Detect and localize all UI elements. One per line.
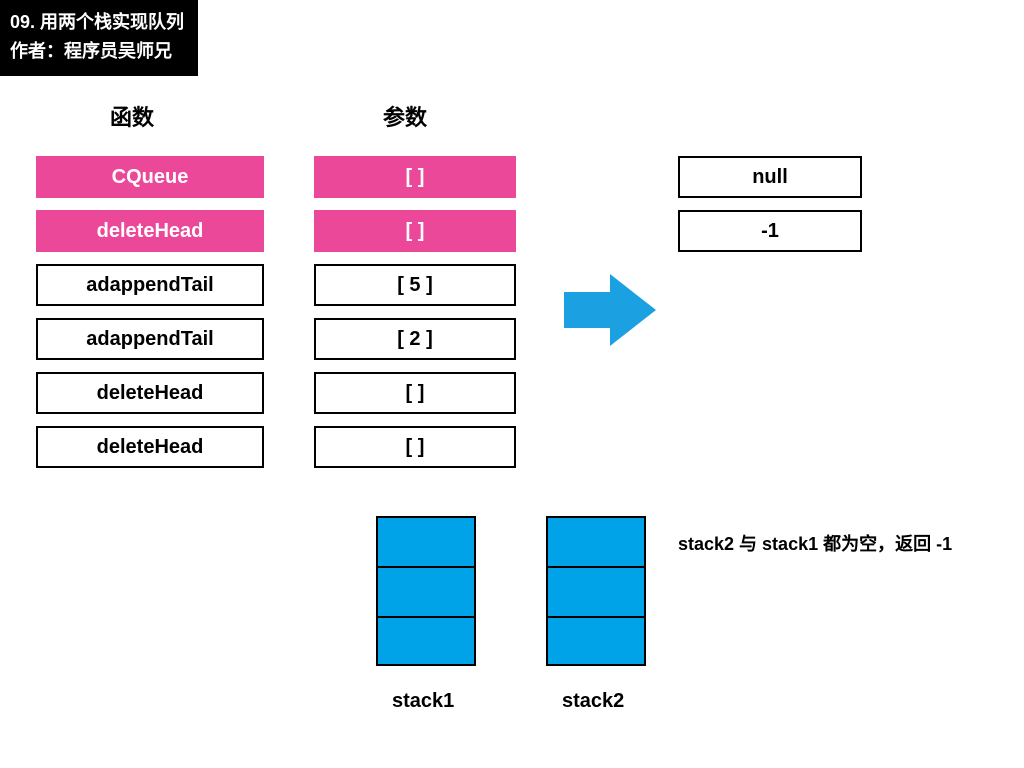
param-cell-1: [ ] <box>314 210 516 252</box>
stack2-slot <box>548 568 644 618</box>
param-cell-2: [ 5 ] <box>314 264 516 306</box>
title-block: 09. 用两个栈实现队列 作者：程序员吴师兄 <box>0 0 198 76</box>
title-line-1: 09. 用两个栈实现队列 <box>10 8 184 37</box>
stack1 <box>376 516 476 666</box>
param-cell-4: [ ] <box>314 372 516 414</box>
header-func: 函数 <box>110 100 154 132</box>
func-cell-2: adappendTail <box>36 264 264 306</box>
output-cell-0: null <box>678 156 862 198</box>
output-cell-1: -1 <box>678 210 862 252</box>
stack2-label: stack2 <box>562 690 624 713</box>
stack1-label: stack1 <box>392 690 454 713</box>
func-cell-0: CQueue <box>36 156 264 198</box>
stack2-slot <box>548 518 644 568</box>
func-cell-4: deleteHead <box>36 372 264 414</box>
func-cell-5: deleteHead <box>36 426 264 468</box>
stack1-slot <box>378 518 474 568</box>
stack2 <box>546 516 646 666</box>
param-cell-0: [ ] <box>314 156 516 198</box>
note-text: stack2 与 stack1 都为空，返回 -1 <box>678 530 998 556</box>
func-cell-1: deleteHead <box>36 210 264 252</box>
stack2-slot <box>548 618 644 668</box>
stack1-slot <box>378 618 474 668</box>
title-line-2: 作者：程序员吴师兄 <box>10 37 184 66</box>
param-cell-3: [ 2 ] <box>314 318 516 360</box>
arrow-right-icon <box>560 270 660 355</box>
func-cell-3: adappendTail <box>36 318 264 360</box>
param-cell-5: [ ] <box>314 426 516 468</box>
stack1-slot <box>378 568 474 618</box>
header-param: 参数 <box>383 100 427 132</box>
